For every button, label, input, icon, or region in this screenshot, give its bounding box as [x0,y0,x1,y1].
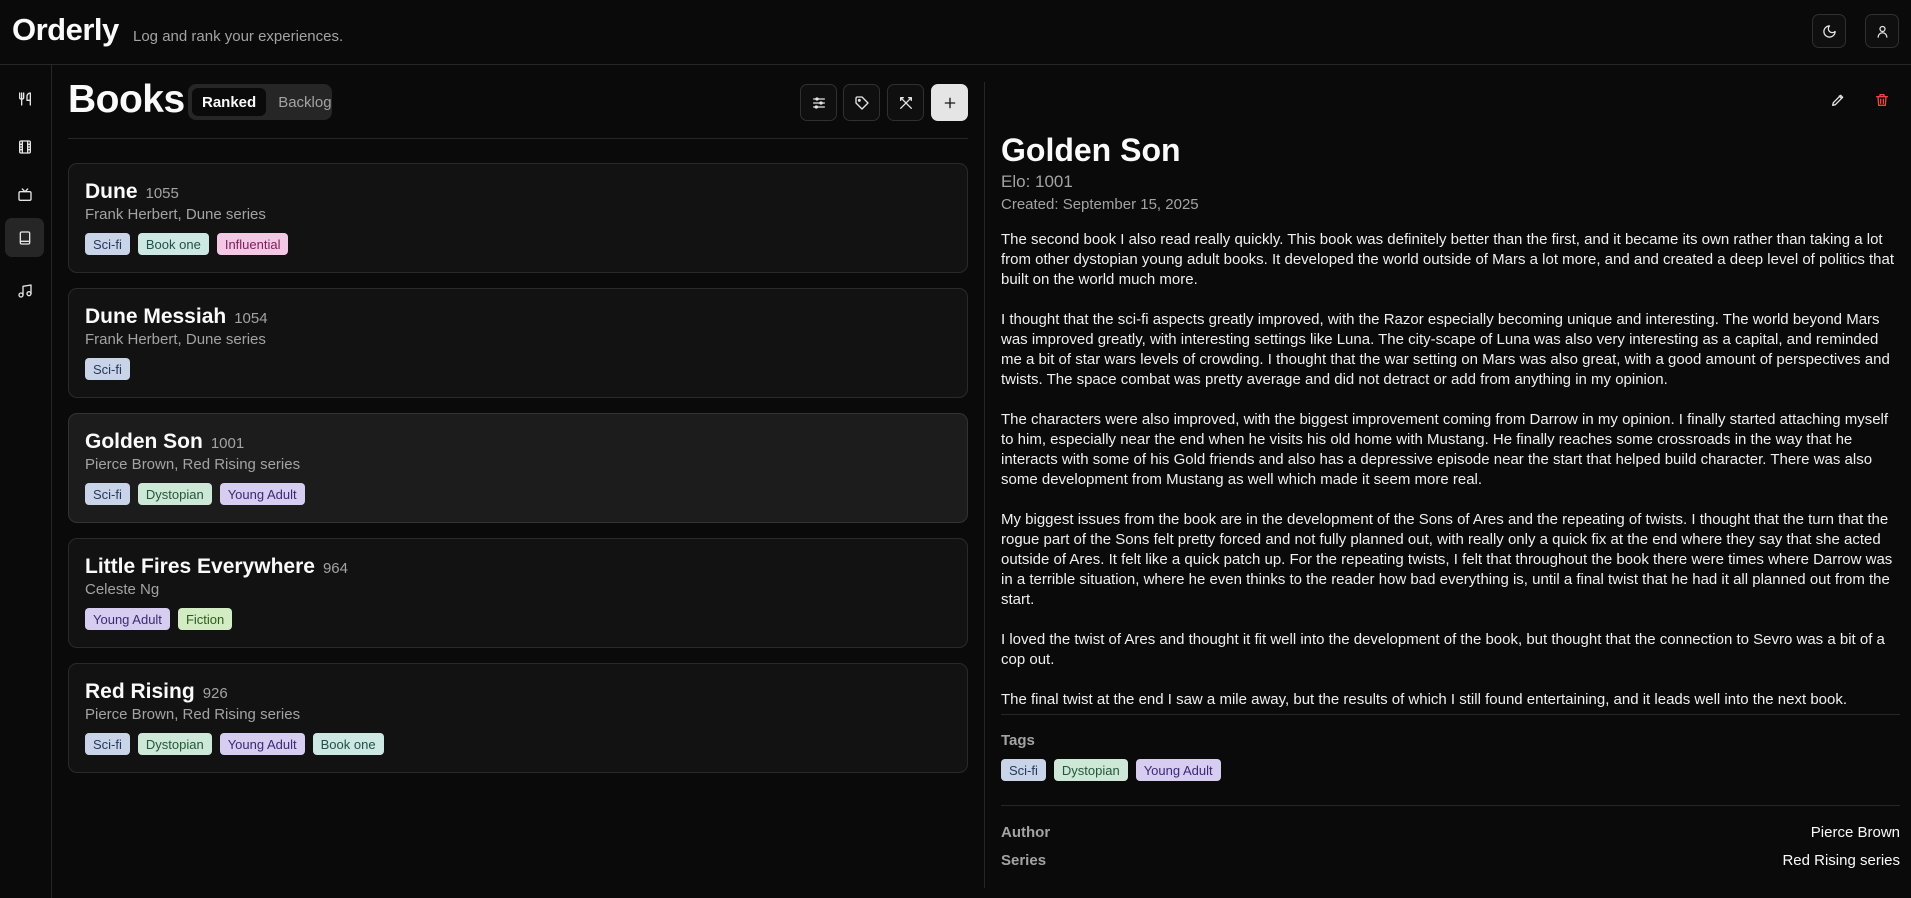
tag-badge: Sci-fi [85,233,130,255]
top-bar: Orderly Log and rank your experiences. [0,0,1911,65]
book-elo: 964 [322,560,348,577]
series-value: Red Rising series [1782,852,1900,869]
book-subtitle: Celeste Ng [85,581,160,598]
book-subtitle: Pierce Brown, Red Rising series [85,706,301,723]
tv-icon [17,187,32,201]
book-icon [19,230,30,245]
book-title: Little Fires Everywhere [85,555,315,578]
review-paragraph: I thought that the sci-fi aspects greatl… [1001,311,1890,388]
book-title: Dune [85,180,138,203]
tag-badge: Sci-fi [1001,759,1046,781]
tag-badge: Young Adult [85,608,170,630]
review-paragraph: My biggest issues from the book are in t… [1001,511,1893,608]
list-divider [68,138,968,139]
book-elo: 1054 [234,310,268,327]
book-card-selected[interactable]: Golden Son 1001 Pierce Brown, Red Rising … [68,413,968,523]
tag-badge: Book one [137,233,209,255]
theme-toggle-button[interactable] [1812,14,1846,48]
tab-ranked[interactable]: Ranked [192,88,267,116]
tags-heading: Tags [1001,732,1035,749]
tag-badge: Sci-fi [85,733,130,755]
tags-icon [854,95,869,110]
book-subtitle: Frank Herbert, Dune series [85,206,266,223]
book-elo: 1001 [210,435,245,452]
pencil-icon [1832,94,1844,106]
tag-badge: Young Adult [219,733,305,755]
book-elo: 1055 [145,185,179,202]
review-paragraph: I loved the twist of Ares and thought it… [1001,631,1885,668]
tag-badge: Dystopian [137,733,212,755]
tag-badge: Young Adult [219,483,305,505]
tag-badge: Fiction [177,608,233,630]
detail-elo: Elo: 1001 [1001,172,1073,191]
app-tagline: Log and rank your experiences. [133,28,344,45]
utensils-icon [18,91,31,106]
tag-badge: Influential [216,233,289,255]
review-body: The second book I also read really quick… [1001,230,1901,730]
sidebar-item-books[interactable] [5,218,44,257]
music-icon [17,283,32,298]
book-card[interactable]: Little Fires Everywhere 964 Celeste Ng Yo… [68,538,968,648]
account-button[interactable] [1865,14,1899,48]
sidebar-item-movies[interactable] [5,127,44,166]
review-paragraph: The characters were also improved, with … [1001,411,1889,488]
tag-badge: Sci-fi [85,358,130,380]
user-icon [1877,25,1887,38]
section-divider [1001,805,1900,806]
detail-created-date: Created: September 15, 2025 [1001,196,1199,213]
moon-icon [1822,24,1836,38]
tag-badge: Book one [312,733,384,755]
detail-tags: Sci-fi Dystopian Young Adult [1001,759,1221,781]
book-title: Golden Son [85,430,203,453]
edit-button[interactable] [1824,86,1852,114]
author-value: Pierce Brown [1810,824,1900,841]
tags-button[interactable] [843,84,880,121]
author-label: Author [1001,824,1051,841]
tab-backlog[interactable]: Backlog [268,88,341,116]
tag-badge: Sci-fi [85,483,130,505]
film-icon [18,139,31,154]
sidebar-item-tv[interactable] [5,175,44,214]
book-subtitle: Frank Herbert, Dune series [85,331,266,348]
add-book-button[interactable] [931,84,968,121]
tag-badge: Young Adult [1135,759,1221,781]
sidebar-item-music[interactable] [5,271,44,310]
category-sidebar [0,65,52,898]
book-card[interactable]: Dune Messiah 1054 Frank Herbert, Dune ser… [68,288,968,398]
page-title: Books [68,78,185,121]
view-tabs: Ranked Backlog [188,84,332,120]
pane-divider [984,82,985,888]
delete-button[interactable] [1868,86,1896,114]
swords-icon [899,96,912,109]
app-title[interactable]: Orderly [12,12,119,48]
book-title: Dune Messiah [85,305,227,328]
sliders-icon [812,96,825,109]
book-elo: 926 [202,685,228,702]
book-subtitle: Pierce Brown, Red Rising series [85,456,301,473]
series-label: Series [1001,852,1047,869]
detail-title: Golden Son [1001,132,1181,168]
plus-icon [944,97,955,108]
book-card[interactable]: Red Rising 926 Pierce Brown, Red Rising s… [68,663,968,773]
sidebar-item-food[interactable] [5,79,44,118]
review-paragraph: The final twist at the end I saw a mile … [1001,691,1848,708]
review-paragraph: The second book I also read really quick… [1001,231,1895,288]
section-divider [1001,714,1900,715]
book-card[interactable]: Dune 1055 Frank Herbert, Dune series Sci-… [68,163,968,273]
tag-badge: Dystopian [1053,759,1128,781]
compare-button[interactable] [887,84,924,121]
filter-button[interactable] [800,84,837,121]
tag-badge: Dystopian [137,483,212,505]
book-title: Red Rising [85,680,195,703]
trash-icon [1876,94,1888,106]
